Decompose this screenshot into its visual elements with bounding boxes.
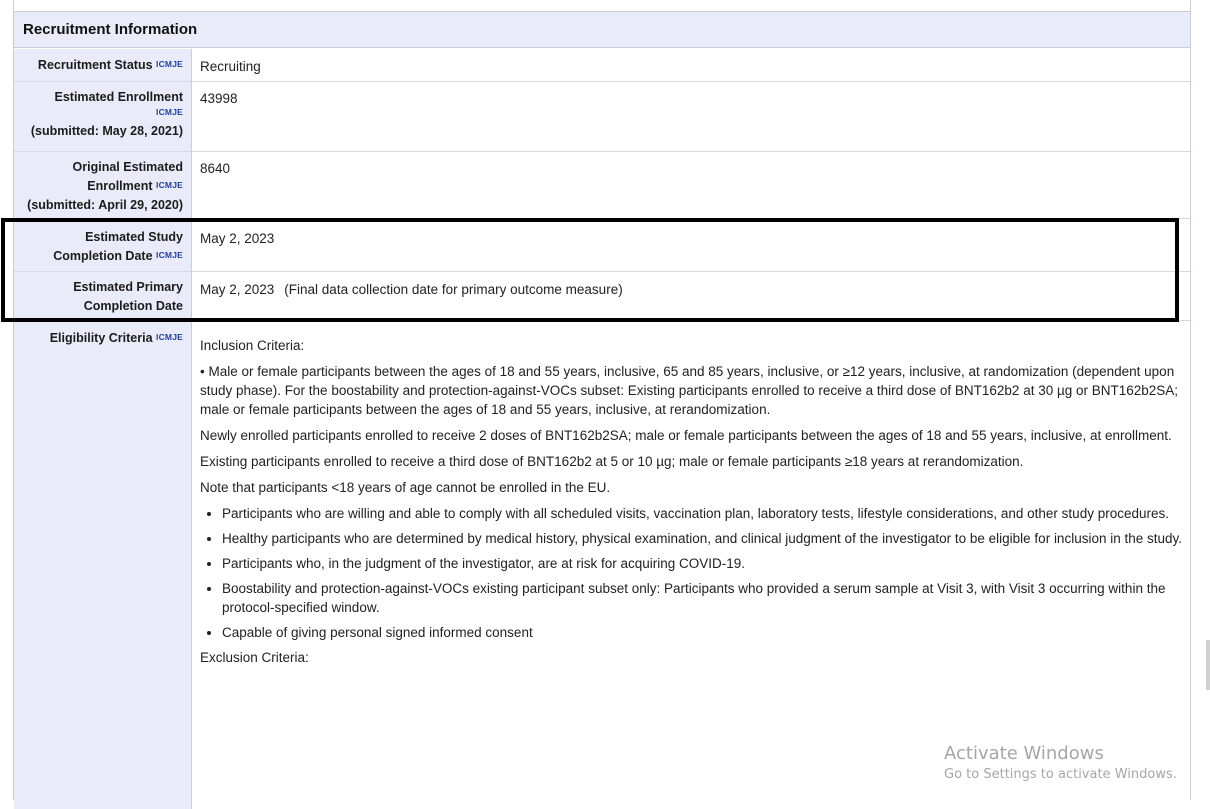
study-completion-label-2: Completion Date [53, 249, 153, 263]
enrollment-submitted-date: (submitted: May 28, 2021) [30, 124, 183, 138]
icmje-link[interactable]: ICMJE [20, 106, 183, 118]
criteria-paragraph: Newly enrolled participants enrolled to … [200, 428, 1172, 443]
eligibility-criteria-content: Inclusion Criteria: • Male or female par… [200, 321, 1182, 674]
study-completion-label-1: Estimated Study [85, 230, 183, 244]
watermark-title: Activate Windows [944, 743, 1104, 764]
row-label: Original Estimated Enrollment ICMJE (sub… [14, 152, 191, 218]
exclusion-criteria-heading: Exclusion Criteria: [200, 650, 309, 665]
primary-completion-label-2: Completion Date [83, 299, 183, 313]
primary-completion-note: (Final data collection date for primary … [284, 282, 623, 297]
list-item: Participants who are willing and able to… [222, 504, 1182, 523]
row-study-completion: Estimated Study Completion Date ICMJE Ma… [14, 219, 1190, 272]
row-estimated-enrollment: Estimated Enrollment ICMJE (submitted: M… [14, 82, 1190, 152]
recruitment-table: Recruitment Information Recruitment Stat… [13, 0, 1191, 809]
primary-completion-value: May 2, 2023 [200, 282, 275, 297]
icmje-link[interactable]: ICMJE [156, 180, 183, 190]
criteria-paragraph: Note that participants <18 years of age … [200, 480, 611, 495]
recruitment-status-label: Recruitment Status [37, 58, 153, 72]
icmje-link[interactable]: ICMJE [156, 250, 183, 260]
list-item: Boostability and protection-against-VOCs… [222, 579, 1182, 617]
primary-completion-value-wrap: May 2, 2023 (Final data collection date f… [200, 272, 1182, 299]
original-enrollment-value: 8640 [200, 161, 231, 176]
primary-completion-label-1: Estimated Primary [73, 280, 183, 294]
original-enrollment-label-2: Enrollment [87, 179, 153, 193]
list-item: Healthy participants who are determined … [222, 529, 1182, 548]
study-completion-value: May 2, 2023 [200, 231, 275, 246]
row-label: Eligibility Criteria ICMJE [14, 321, 191, 801]
row-label: Estimated Enrollment ICMJE (submitted: M… [14, 82, 191, 151]
table-top-row [14, 0, 1190, 12]
estimated-enrollment-value: 43998 [200, 91, 238, 106]
original-enrollment-submitted-date: (submitted: April 29, 2020) [27, 198, 183, 212]
list-item: Capable of giving personal signed inform… [222, 623, 1182, 642]
row-recruitment-status: Recruitment Status ICMJE Recruiting [14, 49, 1190, 82]
row-primary-completion: Estimated Primary Completion Date May 2,… [14, 272, 1190, 321]
list-item: Participants who, in the judgment of the… [222, 554, 1182, 573]
criteria-paragraph: • Male or female participants between th… [200, 364, 1179, 417]
estimated-enrollment-label: Estimated Enrollment [54, 90, 184, 104]
eligibility-criteria-label: Eligibility Criteria [49, 331, 153, 345]
inclusion-criteria-list: Participants who are willing and able to… [200, 504, 1182, 642]
scrollbar-thumb[interactable] [1206, 640, 1210, 690]
activate-windows-watermark: Activate Windows Go to Settings to activ… [944, 742, 1177, 784]
section-title: Recruitment Information [14, 12, 1190, 48]
icmje-link[interactable]: ICMJE [156, 59, 183, 69]
row-label: Recruitment Status ICMJE [14, 49, 191, 81]
watermark-subtitle: Go to Settings to activate Windows. [944, 767, 1177, 782]
inclusion-criteria-heading: Inclusion Criteria: [200, 338, 305, 353]
row-label: Estimated Primary Completion Date [14, 272, 191, 320]
original-enrollment-label-1: Original Estimated [72, 160, 183, 174]
row-label: Estimated Study Completion Date ICMJE [14, 219, 191, 271]
recruitment-status-value: Recruiting [200, 59, 261, 74]
row-eligibility-criteria: Eligibility Criteria ICMJE Inclusion Cri… [14, 321, 1190, 801]
icmje-link[interactable]: ICMJE [156, 332, 183, 342]
row-original-enrollment: Original Estimated Enrollment ICMJE (sub… [14, 152, 1190, 219]
criteria-paragraph: Existing participants enrolled to receiv… [200, 454, 1024, 469]
